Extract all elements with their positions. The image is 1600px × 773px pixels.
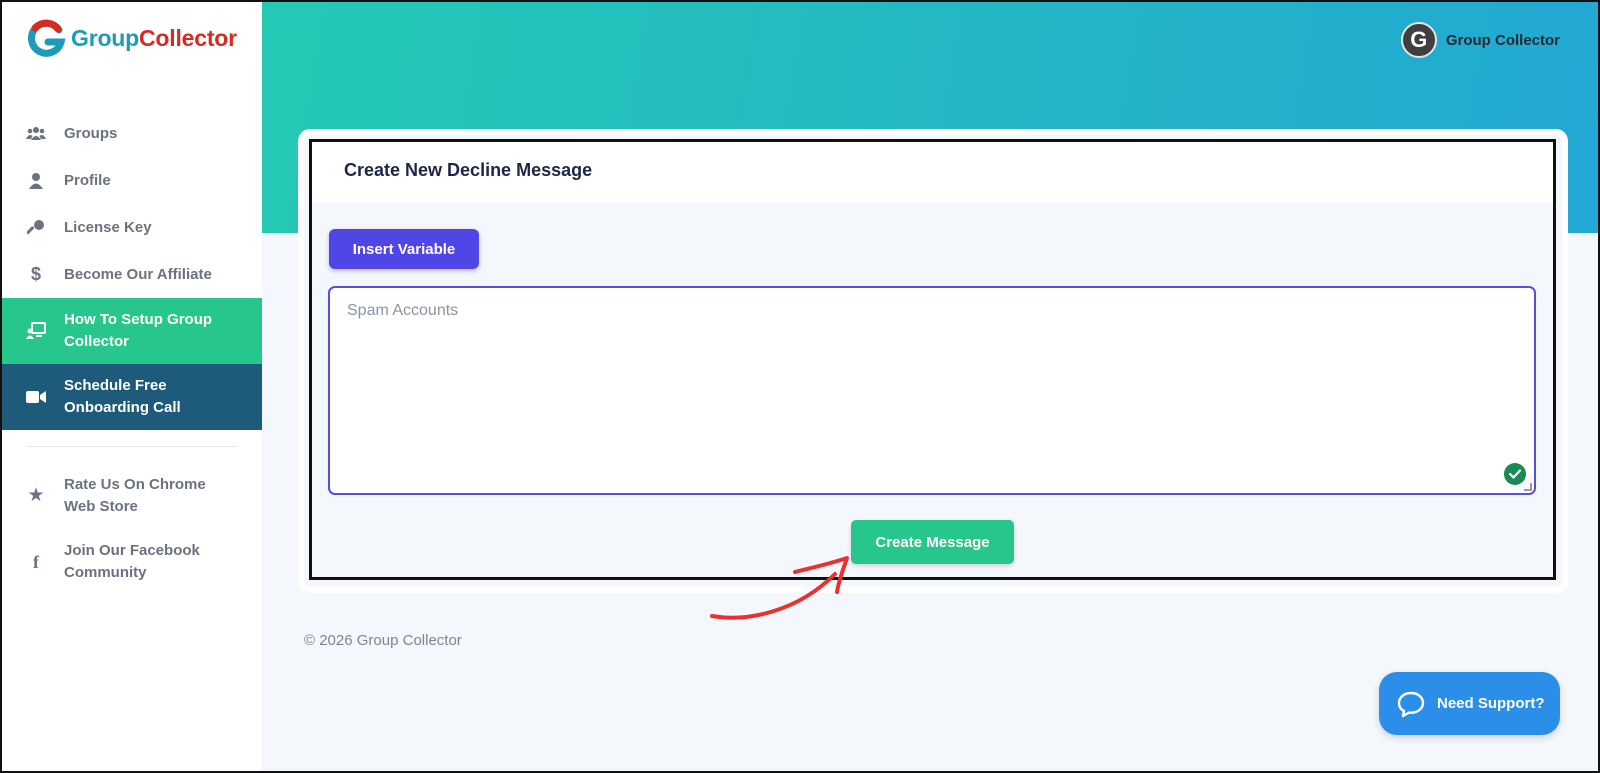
group-collector-logo-icon [27,19,66,57]
sidebar-divider [26,446,238,447]
insert-variable-button[interactable]: Insert Variable [329,229,479,269]
avatar: G [1400,22,1437,58]
footer-copyright: © 2026 Group Collector [304,632,462,649]
sidebar: GroupCollector Groups Profile License Ke… [2,2,262,771]
sidebar-item-profile[interactable]: Profile [2,157,262,204]
sidebar-item-label: Become Our Affiliate [64,266,212,283]
sidebar-item-label: Schedule Free Onboarding Call [64,377,181,416]
need-support-label: Need Support? [1437,695,1545,712]
sidebar-item-rate-us[interactable]: ★ Rate Us On Chrome Web Store [2,463,262,529]
user-menu[interactable]: G Group Collector [1400,22,1560,58]
sidebar-nav: Groups Profile License Key $ Become Our … [2,110,262,595]
brand-name-part2: Collector [139,24,237,51]
sidebar-item-label: Profile [64,172,111,189]
sidebar-item-label: Join Our Facebook Community [64,542,200,581]
facebook-icon: f [33,552,39,572]
sidebar-item-label: How To Setup Group Collector [64,311,213,350]
resize-handle[interactable] [1524,483,1532,491]
users-icon [26,124,46,144]
video-icon [26,387,46,407]
brand-name-part1: Group [71,24,139,51]
page-title: Create New Decline Message [344,160,593,180]
brand-logo[interactable]: GroupCollector [27,18,237,58]
annotation-arrow-icon [710,556,849,620]
sidebar-item-affiliate[interactable]: $ Become Our Affiliate [2,251,262,298]
chat-bubble-icon [1397,691,1425,717]
brand-wordmark: GroupCollector [71,25,237,52]
message-field-wrapper [328,286,1536,495]
dollar-icon: $ [30,264,41,284]
need-support-button[interactable]: Need Support? [1379,672,1560,735]
star-icon: ★ [27,485,45,506]
sidebar-item-how-to-setup[interactable]: How To Setup Group Collector [2,298,262,364]
sidebar-item-groups[interactable]: Groups [2,110,262,157]
presentation-icon [26,321,46,341]
sidebar-item-onboarding-call[interactable]: Schedule Free Onboarding Call [2,364,262,430]
sidebar-item-label: Rate Us On Chrome Web Store [64,476,206,515]
sidebar-item-label: Groups [64,125,118,142]
sidebar-item-label: License Key [64,219,152,236]
valid-check-icon [1504,463,1526,485]
create-message-button[interactable]: Create Message [851,520,1014,564]
key-icon [26,218,46,238]
sidebar-item-facebook[interactable]: f Join Our Facebook Community [2,529,262,595]
card-header: Create New Decline Message [312,142,1553,203]
user-icon [26,171,46,191]
user-name: Group Collector [1445,31,1560,49]
sidebar-item-license-key[interactable]: License Key [2,204,262,251]
message-textarea[interactable] [328,286,1536,495]
